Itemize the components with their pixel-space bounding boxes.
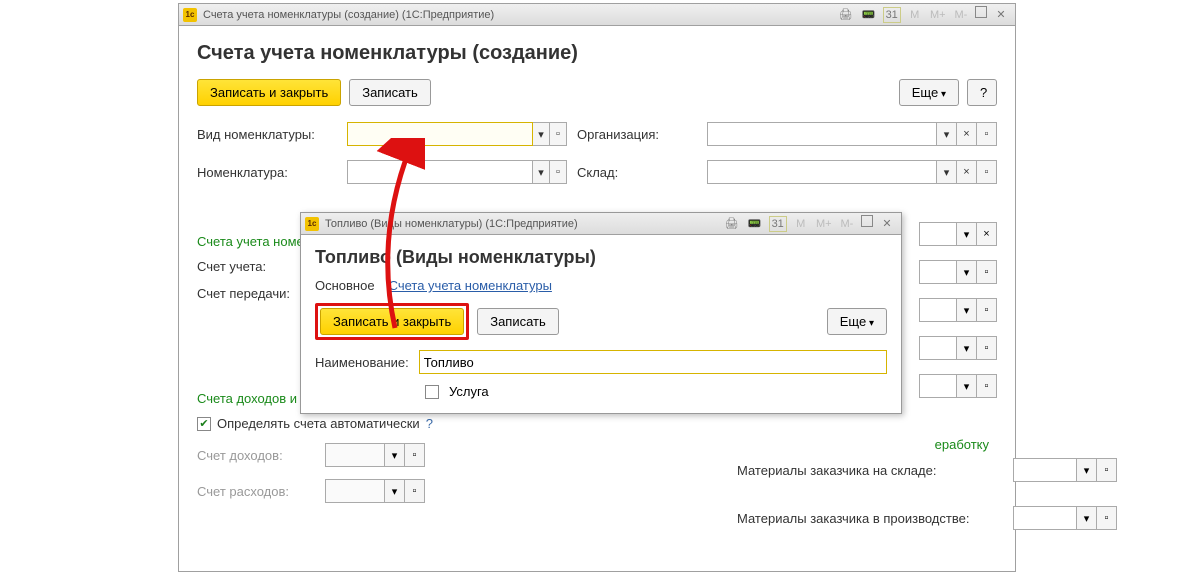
mat-proizv-input[interactable] [1013, 506, 1077, 530]
help-qmark-icon[interactable]: ? [426, 416, 433, 431]
service-label: Услуга [449, 384, 489, 399]
extra3-open-icon[interactable]: ▫ [977, 298, 997, 322]
mat-proizv-dd-icon[interactable]: ▾ [1077, 506, 1097, 530]
minimize-icon[interactable] [975, 6, 987, 18]
org-dropdown-icon[interactable]: ▾ [937, 122, 957, 146]
extra3-dd-icon[interactable]: ▾ [957, 298, 977, 322]
dlg-close-icon[interactable]: ✕ [878, 216, 896, 232]
save-button[interactable]: Записать [349, 79, 431, 106]
tab-main[interactable]: Основное [315, 278, 375, 293]
extra-input-3[interactable] [919, 298, 957, 322]
sklad-input[interactable] [707, 160, 937, 184]
dlg-m-icon[interactable]: M [792, 216, 810, 232]
tab-accounts[interactable]: Счета учета номенклатуры [389, 278, 552, 293]
nom-label: Номенклатура: [197, 165, 337, 180]
extra5-dd-icon[interactable]: ▾ [957, 374, 977, 398]
sklad-open-icon[interactable]: ▫ [977, 160, 997, 184]
dialog-window: 1c Топливо (Виды номенклатуры) (1С:Предп… [300, 212, 902, 414]
dlg-save-close-button[interactable]: Записать и закрыть [320, 308, 464, 335]
extra-input-2[interactable] [919, 260, 957, 284]
green-truncated: еработку [935, 437, 989, 452]
mminus-icon[interactable]: M- [952, 7, 970, 23]
page-title: Счета учета номенклатуры (создание) [197, 42, 997, 65]
name-input[interactable] [419, 350, 887, 374]
extra1-dd-icon[interactable]: ▾ [957, 222, 977, 246]
expense-open-icon[interactable]: ▫ [405, 479, 425, 503]
vid-open-icon[interactable]: ▫ [550, 122, 567, 146]
extra4-dd-icon[interactable]: ▾ [957, 336, 977, 360]
extra4-open-icon[interactable]: ▫ [977, 336, 997, 360]
dlg-more-button[interactable]: Еще [827, 308, 887, 335]
income-input[interactable] [325, 443, 385, 467]
extra-input-5[interactable] [919, 374, 957, 398]
extra2-dd-icon[interactable]: ▾ [957, 260, 977, 284]
dlg-mplus-icon[interactable]: M+ [815, 216, 833, 232]
calendar-green-icon[interactable]: 📟 [860, 7, 878, 23]
income-label: Счет доходов: [197, 448, 317, 463]
help-button[interactable]: ? [967, 79, 997, 106]
window-title: Счета учета номенклатуры (создание) (1С:… [203, 9, 494, 21]
dlg-save-button[interactable]: Записать [477, 308, 559, 335]
nom-dropdown-icon[interactable]: ▾ [533, 160, 550, 184]
dlg-calc-icon[interactable]: 📟 [746, 216, 764, 232]
save-close-button[interactable]: Записать и закрыть [197, 79, 341, 106]
dialog-app-icon: 1c [305, 217, 319, 231]
mat-sklad-open-icon[interactable]: ▫ [1097, 458, 1117, 482]
org-open-icon[interactable]: ▫ [977, 122, 997, 146]
right-extra-fields: ▾× ▾▫ ▾▫ ▾▫ ▾▫ [919, 222, 997, 398]
income-dropdown-icon[interactable]: ▾ [385, 443, 405, 467]
expense-input[interactable] [325, 479, 385, 503]
main-titlebar[interactable]: 1c Счета учета номенклатуры (создание) (… [179, 4, 1015, 26]
vid-input[interactable] [347, 122, 533, 146]
dlg-calendar-icon[interactable]: 31 [769, 216, 787, 232]
org-clear-icon[interactable]: × [957, 122, 977, 146]
mat-sklad-input[interactable] [1013, 458, 1077, 482]
expense-dropdown-icon[interactable]: ▾ [385, 479, 405, 503]
mat-proizv-label: Материалы заказчика в производстве: [737, 511, 997, 526]
service-checkbox[interactable] [425, 385, 439, 399]
transfer-label: Счет передачи: [197, 286, 317, 301]
extra-input-4[interactable] [919, 336, 957, 360]
acc-label: Счет учета: [197, 259, 317, 274]
app-icon: 1c [183, 8, 197, 22]
dlg-mminus-icon[interactable]: M- [838, 216, 856, 232]
dialog-titlebar[interactable]: 1c Топливо (Виды номенклатуры) (1С:Предп… [301, 213, 901, 235]
nom-input[interactable] [347, 160, 533, 184]
auto-checkbox[interactable] [197, 417, 211, 431]
mat-proizv-open-icon[interactable]: ▫ [1097, 506, 1117, 530]
org-input[interactable] [707, 122, 937, 146]
nom-open-icon[interactable]: ▫ [550, 160, 567, 184]
extra1-x-icon[interactable]: × [977, 222, 997, 246]
expense-label: Счет расходов: [197, 484, 317, 499]
more-button[interactable]: Еще [899, 79, 959, 106]
m-icon[interactable]: M [906, 7, 924, 23]
income-open-icon[interactable]: ▫ [405, 443, 425, 467]
print-icon[interactable]: 🖨 [837, 7, 855, 23]
mplus-icon[interactable]: M+ [929, 7, 947, 23]
org-label: Организация: [577, 127, 697, 142]
sklad-clear-icon[interactable]: × [957, 160, 977, 184]
extra5-open-icon[interactable]: ▫ [977, 374, 997, 398]
dlg-restore-icon[interactable] [861, 215, 873, 227]
mat-sklad-dd-icon[interactable]: ▾ [1077, 458, 1097, 482]
close-icon[interactable]: ✕ [992, 7, 1010, 23]
auto-label: Определять счета автоматически [217, 416, 420, 431]
sklad-dropdown-icon[interactable]: ▾ [937, 160, 957, 184]
dialog-title: Топливо (Виды номенклатуры) [315, 247, 887, 268]
sklad-label: Склад: [577, 165, 697, 180]
vid-dropdown-icon[interactable]: ▾ [533, 122, 550, 146]
dialog-window-title: Топливо (Виды номенклатуры) (1С:Предприя… [325, 218, 578, 230]
mat-sklad-label: Материалы заказчика на складе: [737, 463, 997, 478]
toolbar: Записать и закрыть Записать Еще ? [197, 79, 997, 106]
highlight-red: Записать и закрыть [315, 303, 469, 340]
dlg-print-icon[interactable]: 🖨 [723, 216, 741, 232]
calendar-icon[interactable]: 31 [883, 7, 901, 23]
vid-label: Вид номенклатуры: [197, 127, 337, 142]
name-label: Наименование: [315, 355, 409, 370]
extra-input-1[interactable] [919, 222, 957, 246]
extra2-open-icon[interactable]: ▫ [977, 260, 997, 284]
